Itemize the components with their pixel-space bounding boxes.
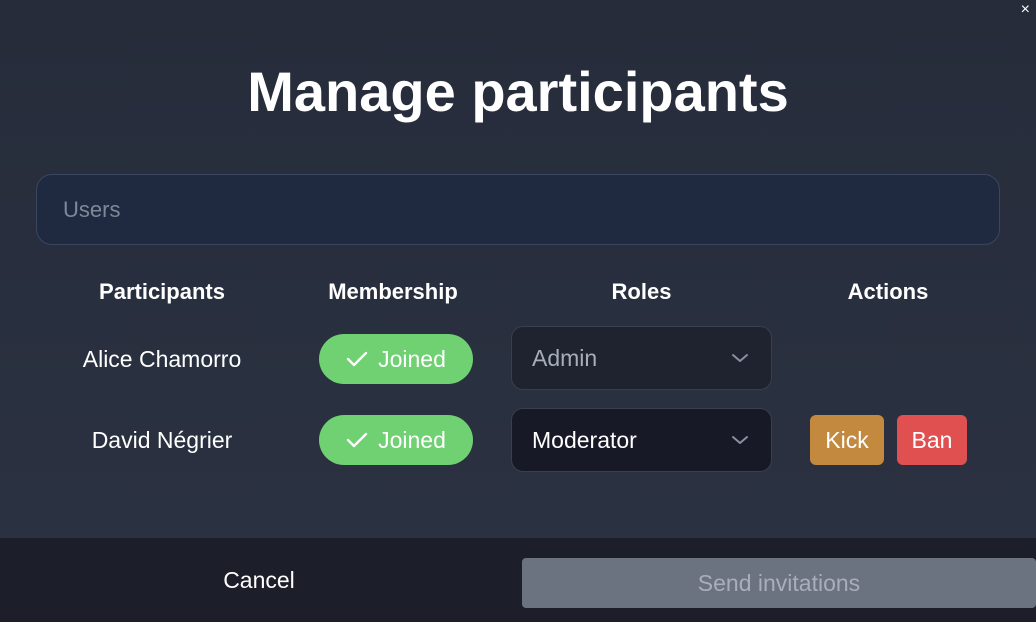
manage-participants-dialog: × Manage participants Participants Membe… <box>0 0 1036 622</box>
role-value: Moderator <box>532 426 637 453</box>
send-invitations-button[interactable]: Send invitations <box>522 558 1036 608</box>
check-icon <box>346 432 368 448</box>
role-select[interactable]: Moderator <box>511 408 772 472</box>
header-membership: Membership <box>328 279 458 304</box>
participant-name: David Négrier <box>91 427 233 453</box>
role-value: Admin <box>532 344 598 371</box>
close-icon[interactable]: × <box>1021 2 1030 18</box>
check-icon <box>346 351 368 367</box>
kick-button[interactable]: Kick <box>810 415 884 465</box>
ban-button[interactable]: Ban <box>897 415 967 465</box>
dialog-footer: Cancel Send invitations <box>0 538 1036 622</box>
dialog-title: Manage participants <box>247 60 789 123</box>
chevron-down-icon <box>732 436 748 444</box>
header-roles: Roles <box>611 279 672 304</box>
role-select: Admin <box>511 326 772 390</box>
membership-badge: Joined <box>319 415 473 465</box>
cancel-button[interactable]: Cancel <box>0 538 518 622</box>
header-participants: Participants <box>99 279 225 304</box>
membership-label: Joined <box>378 426 446 453</box>
participant-name: Alice Chamorro <box>82 346 242 372</box>
membership-badge: Joined <box>319 334 473 384</box>
users-search-input[interactable] <box>36 174 1000 245</box>
chevron-down-icon <box>732 354 748 362</box>
membership-label: Joined <box>378 345 446 372</box>
header-actions: Actions <box>847 279 929 304</box>
